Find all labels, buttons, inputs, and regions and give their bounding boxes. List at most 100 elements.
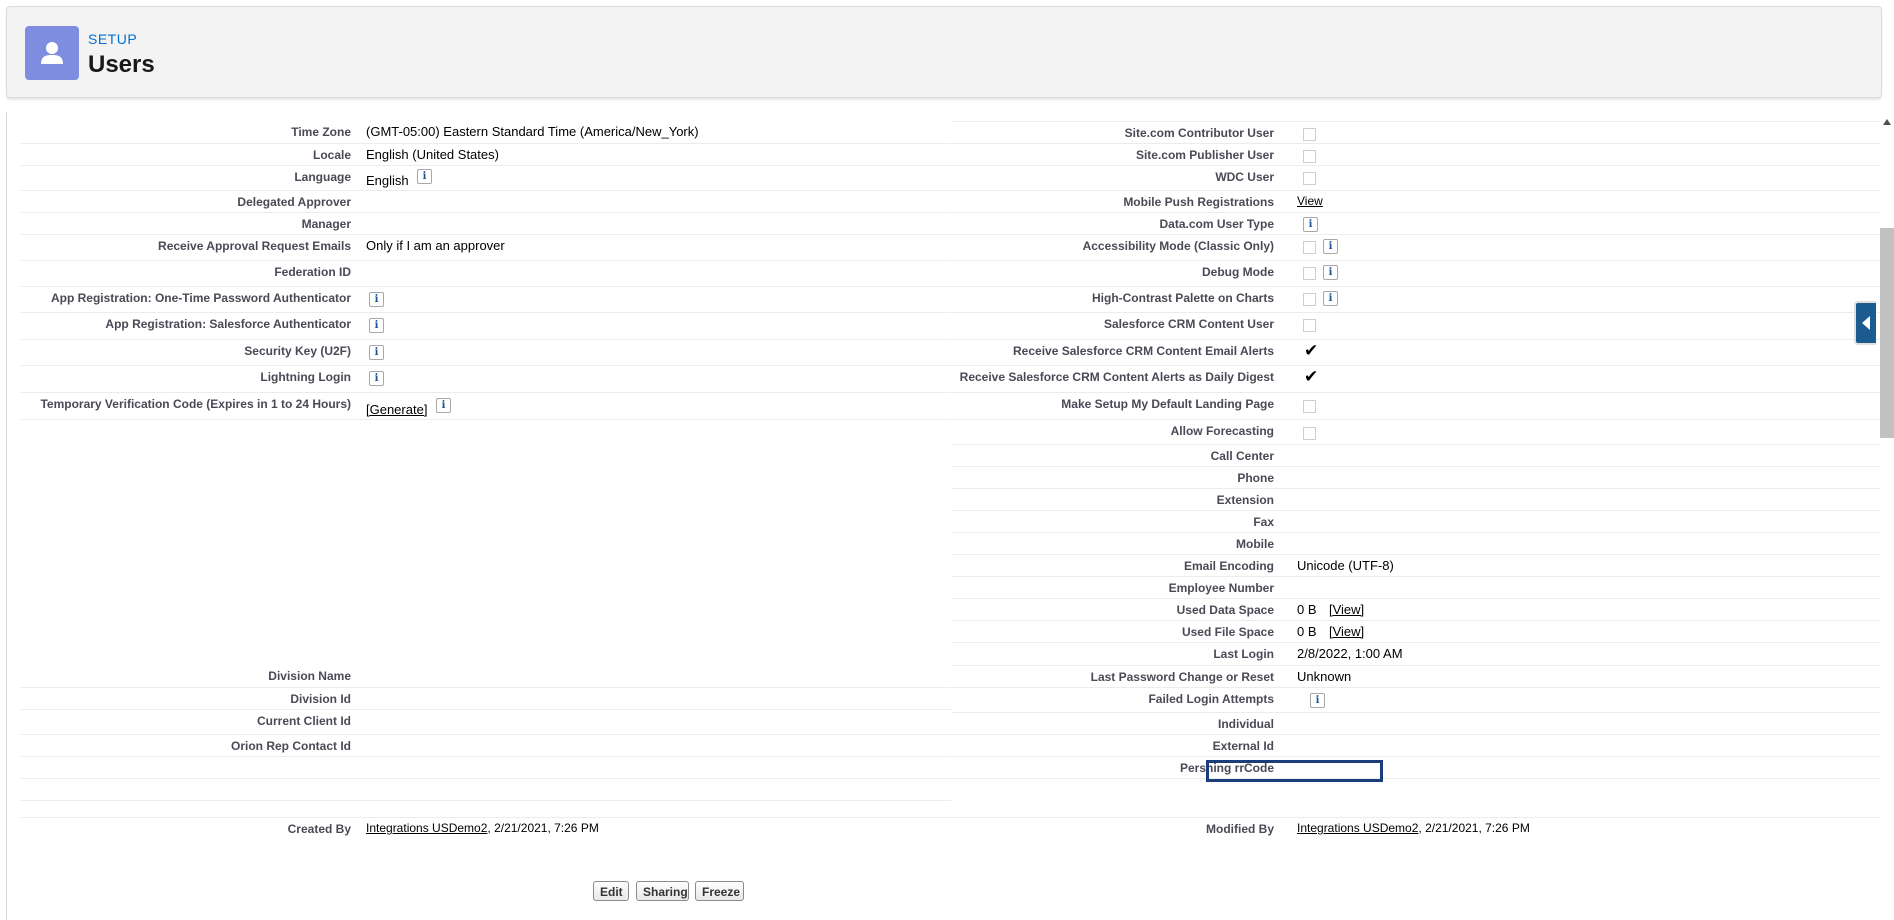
field-label: Failed Login Attempts (1148, 692, 1274, 706)
view-link[interactable]: [View] (1329, 624, 1364, 639)
field-row-failed-login-attempts: Failed Login Attempts i (952, 687, 1882, 712)
field-row-pershing-rrcode: Pershing rrCode (952, 756, 1882, 778)
field-label: Used Data Space (1176, 603, 1274, 617)
checkbox (1303, 319, 1316, 332)
field-row-individual: Individual (952, 712, 1882, 734)
checkbox (1303, 293, 1316, 306)
field-value: English (366, 173, 409, 188)
field-row-call-center: Call Center (952, 444, 1882, 466)
field-label: Individual (1217, 717, 1274, 731)
field-label: Extension (1216, 493, 1274, 507)
field-label: Locale (312, 148, 351, 162)
scrollbar-thumb[interactable] (1880, 228, 1894, 438)
info-icon[interactable]: i (436, 398, 451, 413)
info-icon[interactable]: i (369, 371, 384, 386)
field-row-accessibility-mode: Accessibility Mode (Classic Only) i (952, 234, 1882, 256)
field-label: Accessibility Mode (Classic Only) (1082, 239, 1274, 253)
field-label: Time Zone (291, 125, 351, 139)
field-row-debug-mode: Debug Mode i (952, 260, 1882, 282)
field-label: Mobile (1236, 537, 1274, 551)
checkbox (1303, 400, 1316, 413)
field-row-security-key: Security Key (U2F) i (21, 339, 951, 361)
field-label: App Registration: Salesforce Authenticat… (105, 317, 351, 331)
field-row-orion-rep-contact-id: Orion Rep Contact Id (21, 734, 951, 756)
field-label: Fax (1253, 515, 1274, 529)
field-row-used-file-space: Used File Space 0 B [View] (952, 620, 1882, 642)
field-row-delegated-approver: Delegated Approver (21, 190, 951, 212)
checkbox (1303, 267, 1316, 280)
field-row-mobile: Mobile (952, 532, 1882, 554)
field-row-last-password-change: Last Password Change or Reset Unknown (952, 665, 1882, 687)
field-label: Make Setup My Default Landing Page (1061, 397, 1274, 411)
field-label: Language (294, 170, 351, 184)
field-label: Security Key (U2F) (244, 344, 351, 358)
generate-link[interactable]: [Generate] (366, 402, 427, 417)
field-label: Email Encoding (1183, 559, 1274, 573)
field-label: Division Name (268, 669, 351, 683)
field-row-manager: Manager (21, 212, 951, 234)
field-label: Site.com Contributor User (1124, 126, 1274, 140)
field-label: External Id (1212, 739, 1274, 753)
field-value: Unicode (UTF-8) (1297, 558, 1394, 573)
field-row-language: Language English i (21, 165, 951, 190)
breadcrumb[interactable]: SETUP (88, 31, 137, 47)
field-row-extension: Extension (952, 488, 1882, 510)
checkbox (1303, 241, 1316, 254)
info-icon[interactable]: i (369, 345, 384, 360)
field-label: App Registration: One-Time Password Auth… (50, 291, 351, 305)
scroll-up-arrow-icon[interactable] (1883, 119, 1891, 125)
field-label: Last Password Change or Reset (1090, 670, 1274, 684)
field-label: Employee Number (1168, 581, 1274, 595)
external-id-highlight (1206, 760, 1383, 782)
field-label: Division Id (290, 692, 351, 706)
field-label: Receive Salesforce CRM Content Alerts as… (959, 370, 1274, 384)
freeze-button[interactable]: Freeze (695, 881, 744, 901)
field-row-last-login: Last Login 2/8/2022, 1:00 AM (952, 642, 1882, 664)
checkbox (1303, 128, 1316, 141)
field-row-division-name: Division Name (21, 665, 951, 687)
view-link[interactable]: [View] (1329, 602, 1364, 617)
created-by-date: , 2/21/2021, 7:26 PM (487, 821, 599, 835)
field-label: Data.com User Type (1159, 217, 1275, 231)
checkbox (1303, 427, 1316, 440)
info-icon[interactable]: i (1303, 217, 1318, 232)
info-icon[interactable]: i (417, 169, 432, 184)
field-row-external-id: External Id (952, 734, 1882, 756)
modified-by-user-link[interactable]: Integrations USDemo2 (1297, 821, 1418, 835)
checkmark-icon: ✔ (1304, 341, 1319, 360)
modified-by-date: , 2/21/2021, 7:26 PM (1418, 821, 1530, 835)
info-icon[interactable]: i (369, 292, 384, 307)
collapse-panel-tab[interactable] (1854, 301, 1876, 345)
field-row-fax: Fax (952, 510, 1882, 532)
field-label: Receive Approval Request Emails (158, 239, 351, 253)
field-row-mobile-push: Mobile Push Registrations View (952, 190, 1882, 212)
info-icon[interactable]: i (1323, 265, 1338, 280)
field-label: Used File Space (1181, 625, 1274, 639)
info-icon[interactable]: i (1310, 693, 1325, 708)
edit-button[interactable]: Edit (593, 881, 629, 901)
field-row-locale: Locale English (United States) (21, 143, 951, 165)
sharing-button[interactable]: Sharing (636, 881, 689, 901)
info-icon[interactable]: i (1323, 291, 1338, 306)
field-row-email-encoding: Email Encoding Unicode (UTF-8) (952, 554, 1882, 576)
field-label: Orion Rep Contact Id (231, 739, 351, 753)
field-row-current-client-id: Current Client Id (21, 709, 951, 734)
field-row-allow-forecasting: Allow Forecasting (952, 419, 1882, 444)
field-label: Last Login (1213, 647, 1274, 661)
field-label: Manager (301, 217, 351, 231)
field-label: Lightning Login (260, 370, 351, 384)
created-by-user-link[interactable]: Integrations USDemo2 (366, 821, 487, 835)
view-link[interactable]: View (1297, 194, 1323, 208)
info-icon[interactable]: i (1323, 239, 1338, 254)
info-icon[interactable]: i (369, 318, 384, 333)
caret-left-icon (1862, 316, 1870, 330)
field-label: Receive Salesforce CRM Content Email Ale… (1013, 344, 1274, 358)
field-value: Unknown (1297, 669, 1352, 684)
field-label: WDC User (1215, 170, 1274, 184)
user-detail-section: Time Zone (GMT-05:00) Eastern Standard T… (6, 112, 1882, 920)
field-value: 2/8/2022, 1:00 AM (1297, 646, 1403, 661)
field-row-setup-landing: Make Setup My Default Landing Page (952, 392, 1882, 419)
field-row-sitecom-contributor: Site.com Contributor User (952, 121, 1882, 143)
field-row-wdc-user: WDC User (952, 165, 1882, 187)
empty-row (21, 778, 951, 800)
